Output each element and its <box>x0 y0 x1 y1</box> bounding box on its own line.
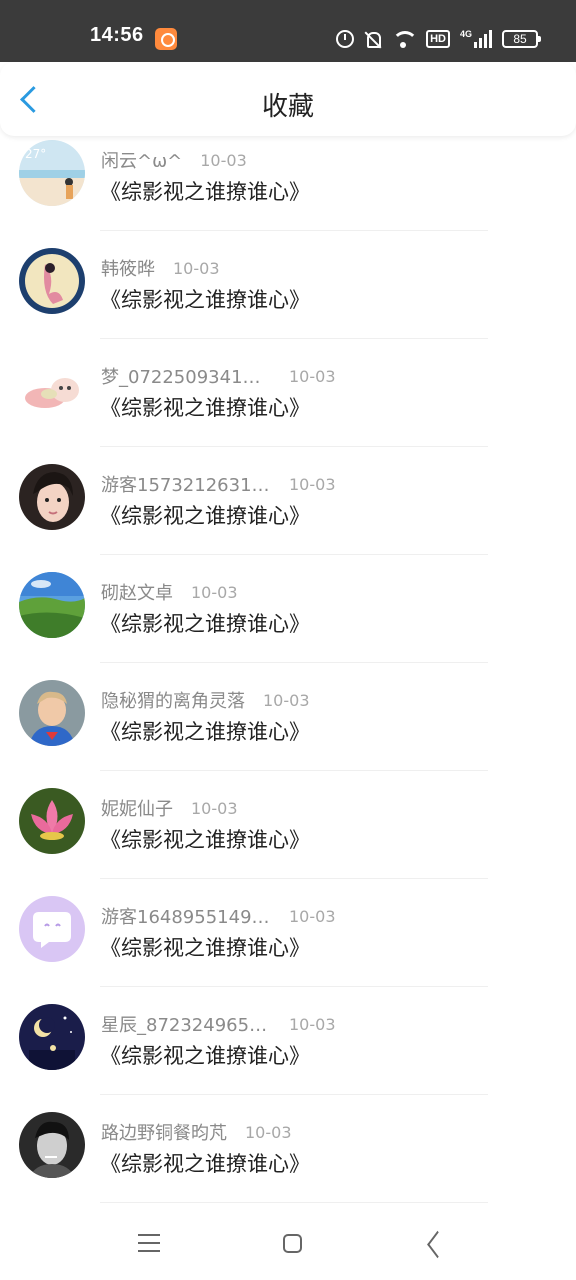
item-meta: 游客16489551493... 10-03 <box>101 902 336 930</box>
item-date: 10-03 <box>200 150 247 170</box>
user-name: 星辰_8723249654... <box>101 1015 271 1036</box>
moon-fairy-avatar[interactable] <box>19 248 85 314</box>
mute-icon <box>364 30 382 48</box>
item-date: 10-03 <box>173 258 220 278</box>
user-name: 游客16489551493... <box>101 907 271 928</box>
svg-text:27°: 27° <box>25 147 46 161</box>
list-item[interactable]: 路边野铜餐昀芃 10-03 《综影视之谁撩谁心》 <box>0 1112 576 1206</box>
superman-kid-avatar[interactable] <box>19 680 85 746</box>
landscape-avatar[interactable] <box>19 572 85 638</box>
divider <box>100 1094 488 1095</box>
item-meta: 妮妮仙子 10-03 <box>101 794 238 822</box>
system-nav-bar <box>0 1206 576 1280</box>
alarm-icon <box>336 30 355 48</box>
book-title[interactable]: 《综影视之谁撩谁心》 <box>100 176 310 206</box>
book-title[interactable]: 《综影视之谁撩谁心》 <box>100 500 310 530</box>
book-title[interactable]: 《综影视之谁撩谁心》 <box>100 284 310 314</box>
book-title[interactable]: 《综影视之谁撩谁心》 <box>100 1148 310 1178</box>
lotus-avatar[interactable] <box>19 788 85 854</box>
status-time: 14:56 <box>90 24 144 46</box>
night-moon-avatar[interactable] <box>19 1004 85 1070</box>
user-name: 隐秘猬的离角灵落 <box>101 691 245 712</box>
battery-icon: 85 <box>502 30 541 48</box>
item-meta: 星辰_8723249654... 10-03 <box>101 1010 336 1038</box>
man-portrait-avatar[interactable] <box>19 1112 85 1178</box>
list-item[interactable]: 妮妮仙子 10-03 《综影视之谁撩谁心》 <box>0 788 576 896</box>
sky-girl-avatar[interactable]: 27° <box>19 140 85 206</box>
cute-pig-avatar[interactable] <box>19 356 85 422</box>
menu-icon[interactable] <box>138 1234 160 1254</box>
book-title[interactable]: 《综影视之谁撩谁心》 <box>100 716 310 746</box>
divider <box>100 986 488 987</box>
network-label: 4G <box>459 29 472 39</box>
list-item[interactable]: 游客16489551493... 10-03 《综影视之谁撩谁心》 <box>0 896 576 1004</box>
list-item[interactable]: 韩筱晔 10-03 《综影视之谁撩谁心》 <box>0 248 576 356</box>
divider <box>100 770 488 771</box>
divider <box>100 662 488 663</box>
item-meta: 路边野铜餐昀芃 10-03 <box>101 1118 292 1146</box>
page-title: 收藏 <box>261 92 314 122</box>
book-title[interactable]: 《综影视之谁撩谁心》 <box>100 824 310 854</box>
chat-bubble-avatar[interactable] <box>19 896 85 962</box>
back-icon[interactable] <box>425 1233 447 1255</box>
user-name: 梦_072250934158... <box>101 367 271 388</box>
user-name: 韩筱晔 <box>101 259 155 280</box>
battery-level: 85 <box>513 32 527 46</box>
item-date: 10-03 <box>245 1122 292 1142</box>
user-name: 砌赵文卓 <box>101 583 173 604</box>
item-date: 10-03 <box>263 690 310 710</box>
user-name: 游客15732126317... <box>101 475 271 496</box>
divider <box>100 1202 488 1203</box>
item-meta: 隐秘猬的离角灵落 10-03 <box>101 686 310 714</box>
list-item[interactable]: 27° 闲云^ω^ 10-03 《综影视之谁撩谁心》 <box>0 140 576 248</box>
item-date: 10-03 <box>191 582 238 602</box>
status-bar: 14:56 HD 4G 85 <box>0 0 576 62</box>
user-name: 路边野铜餐昀芃 <box>101 1123 227 1144</box>
item-date: 10-03 <box>191 798 238 818</box>
item-meta: 游客15732126317... 10-03 <box>101 470 336 498</box>
app-notification-icon <box>155 28 177 50</box>
girl-portrait-avatar[interactable] <box>19 464 85 530</box>
status-icons: HD 4G 85 <box>336 26 541 52</box>
item-date: 10-03 <box>289 366 336 386</box>
divider <box>100 338 488 339</box>
hd-icon: HD <box>426 30 450 48</box>
divider <box>100 230 488 231</box>
list-item[interactable]: 游客15732126317... 10-03 《综影视之谁撩谁心》 <box>0 464 576 572</box>
user-name: 妮妮仙子 <box>101 799 173 820</box>
item-date: 10-03 <box>289 906 336 926</box>
list-item[interactable]: 砌赵文卓 10-03 《综影视之谁撩谁心》 <box>0 572 576 680</box>
divider <box>100 446 488 447</box>
divider <box>100 554 488 555</box>
header: 收藏 <box>0 62 576 136</box>
item-meta: 闲云^ω^ 10-03 <box>101 146 247 174</box>
divider <box>100 878 488 879</box>
list-item[interactable]: 隐秘猬的离角灵落 10-03 《综影视之谁撩谁心》 <box>0 680 576 788</box>
home-icon[interactable] <box>283 1234 302 1253</box>
item-meta: 梦_072250934158... 10-03 <box>101 362 336 390</box>
signal-icon <box>474 30 492 48</box>
user-name: 闲云^ω^ <box>101 151 183 172</box>
book-title[interactable]: 《综影视之谁撩谁心》 <box>100 392 310 422</box>
wifi-icon <box>392 30 419 48</box>
list-item[interactable]: 梦_072250934158... 10-03 《综影视之谁撩谁心》 <box>0 356 576 464</box>
book-title[interactable]: 《综影视之谁撩谁心》 <box>100 932 310 962</box>
favorites-list[interactable]: 27° 闲云^ω^ 10-03 《综影视之谁撩谁心》 韩筱晔 10-03 《综影… <box>0 136 576 1206</box>
list-item[interactable]: 星辰_8723249654... 10-03 《综影视之谁撩谁心》 <box>0 1004 576 1112</box>
item-date: 10-03 <box>289 1014 336 1034</box>
item-date: 10-03 <box>289 474 336 494</box>
book-title[interactable]: 《综影视之谁撩谁心》 <box>100 1040 310 1070</box>
book-title[interactable]: 《综影视之谁撩谁心》 <box>100 608 310 638</box>
item-meta: 韩筱晔 10-03 <box>101 254 220 282</box>
item-meta: 砌赵文卓 10-03 <box>101 578 238 606</box>
